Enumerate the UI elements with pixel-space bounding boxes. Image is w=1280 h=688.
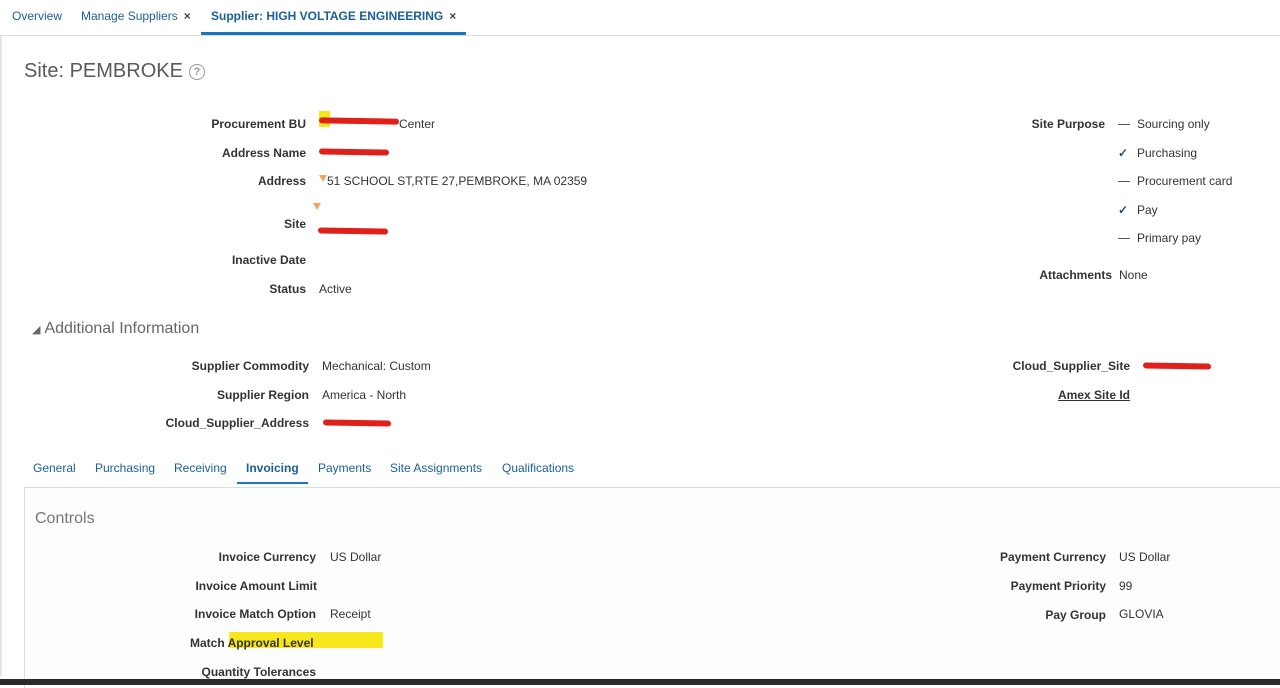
purpose-primary-pay: Primary pay: [1118, 231, 1201, 245]
supplier-region-value: America - North: [322, 388, 407, 402]
tab-bar: Overview Manage Suppliers × Supplier: HIG…: [0, 0, 1280, 36]
supplier-region-label: Supplier Region: [216, 388, 309, 402]
invoice-match-option-label: Invoice Match Option: [194, 607, 316, 621]
subtab-receiving[interactable]: Receiving: [174, 461, 227, 475]
subtab-qualifications[interactable]: Qualifications: [502, 461, 574, 475]
collapse-triangle-icon[interactable]: ◢: [32, 324, 40, 336]
page-title: Site: PEMBROKE?: [24, 60, 205, 83]
unchecked-icon: [1118, 124, 1130, 126]
attachments-label: Attachments: [1039, 268, 1112, 282]
redaction-mark: [317, 227, 389, 235]
cloud-supplier-site-label: Cloud_Supplier_Site: [1012, 359, 1130, 373]
subtab-purchasing[interactable]: Purchasing: [95, 461, 155, 475]
redaction-mark: [318, 148, 390, 156]
tab-manage-suppliers[interactable]: Manage Suppliers ×: [81, 0, 191, 34]
address-value: 51 SCHOOL ST,RTE 27,PEMBROKE, MA 02359: [327, 174, 588, 188]
purpose-procurement-card: Procurement card: [1118, 174, 1232, 188]
subtab-payments[interactable]: Payments: [318, 461, 371, 475]
pay-group-value: GLOVIA: [1119, 607, 1164, 621]
purpose-purchasing: ✓ Purchasing: [1118, 146, 1198, 160]
tab-overview[interactable]: Overview: [12, 0, 62, 34]
redaction-mark: [322, 419, 392, 427]
redaction-mark: [1142, 362, 1212, 370]
payment-priority-value: 99: [1119, 579, 1133, 593]
purpose-sourcing-only: Sourcing only: [1118, 117, 1210, 131]
payment-priority-label: Payment Priority: [1010, 579, 1106, 593]
flag-icon: [313, 203, 321, 210]
quantity-tolerances-label: Quantity Tolerances: [201, 665, 316, 679]
flag-icon: [319, 175, 327, 182]
match-approval-level-label: Match Approval Level: [190, 636, 314, 650]
additional-info-header[interactable]: ◢ Additional Information: [32, 320, 199, 338]
help-icon[interactable]: ?: [188, 63, 205, 80]
site-purpose-label: Site Purpose: [1031, 117, 1105, 131]
amex-site-id-label[interactable]: Amex Site Id: [980, 388, 1130, 402]
left-border: [0, 36, 2, 676]
invoice-currency-value: US Dollar: [330, 550, 382, 564]
bottom-bar: [0, 679, 1280, 685]
close-icon[interactable]: ×: [449, 9, 456, 23]
purpose-pay: ✓ Pay: [1118, 203, 1158, 217]
controls-header: Controls: [35, 510, 95, 527]
unchecked-icon: [1118, 238, 1130, 240]
procurement-bu-label: Procurement BU: [211, 117, 306, 131]
redaction-mark: [318, 117, 400, 125]
address-label: Address: [257, 174, 306, 188]
invoice-amount-limit-label: Invoice Amount Limit: [195, 579, 317, 593]
procurement-bu-value: Center: [399, 117, 436, 131]
status-label: Status: [269, 282, 306, 296]
close-icon[interactable]: ×: [184, 9, 191, 23]
supplier-commodity-value: Mechanical: Custom: [322, 359, 431, 373]
checkmark-icon: ✓: [1118, 203, 1129, 217]
status-value: Active: [319, 282, 352, 296]
unchecked-icon: [1118, 181, 1130, 183]
site-label: Site: [283, 217, 306, 231]
subtab-site-assignments[interactable]: Site Assignments: [390, 461, 482, 475]
payment-currency-label: Payment Currency: [999, 550, 1106, 564]
inactive-date-label: Inactive Date: [231, 253, 306, 267]
cloud-supplier-address-label: Cloud_Supplier_Address: [165, 416, 309, 430]
checkmark-icon: ✓: [1118, 146, 1129, 160]
attachments-value: None: [1119, 268, 1148, 282]
invoice-match-option-value: Receipt: [330, 607, 371, 621]
address-name-label: Address Name: [221, 146, 306, 160]
pay-group-label: Pay Group: [1045, 608, 1106, 622]
invoice-currency-label: Invoice Currency: [218, 550, 316, 564]
tab-supplier[interactable]: Supplier: HIGH VOLTAGE ENGINEERING ×: [201, 0, 467, 35]
subtab-invoicing[interactable]: Invoicing: [237, 461, 308, 484]
supplier-commodity-label: Supplier Commodity: [191, 359, 309, 373]
payment-currency-value: US Dollar: [1119, 550, 1171, 564]
subtab-general[interactable]: General: [33, 461, 76, 475]
